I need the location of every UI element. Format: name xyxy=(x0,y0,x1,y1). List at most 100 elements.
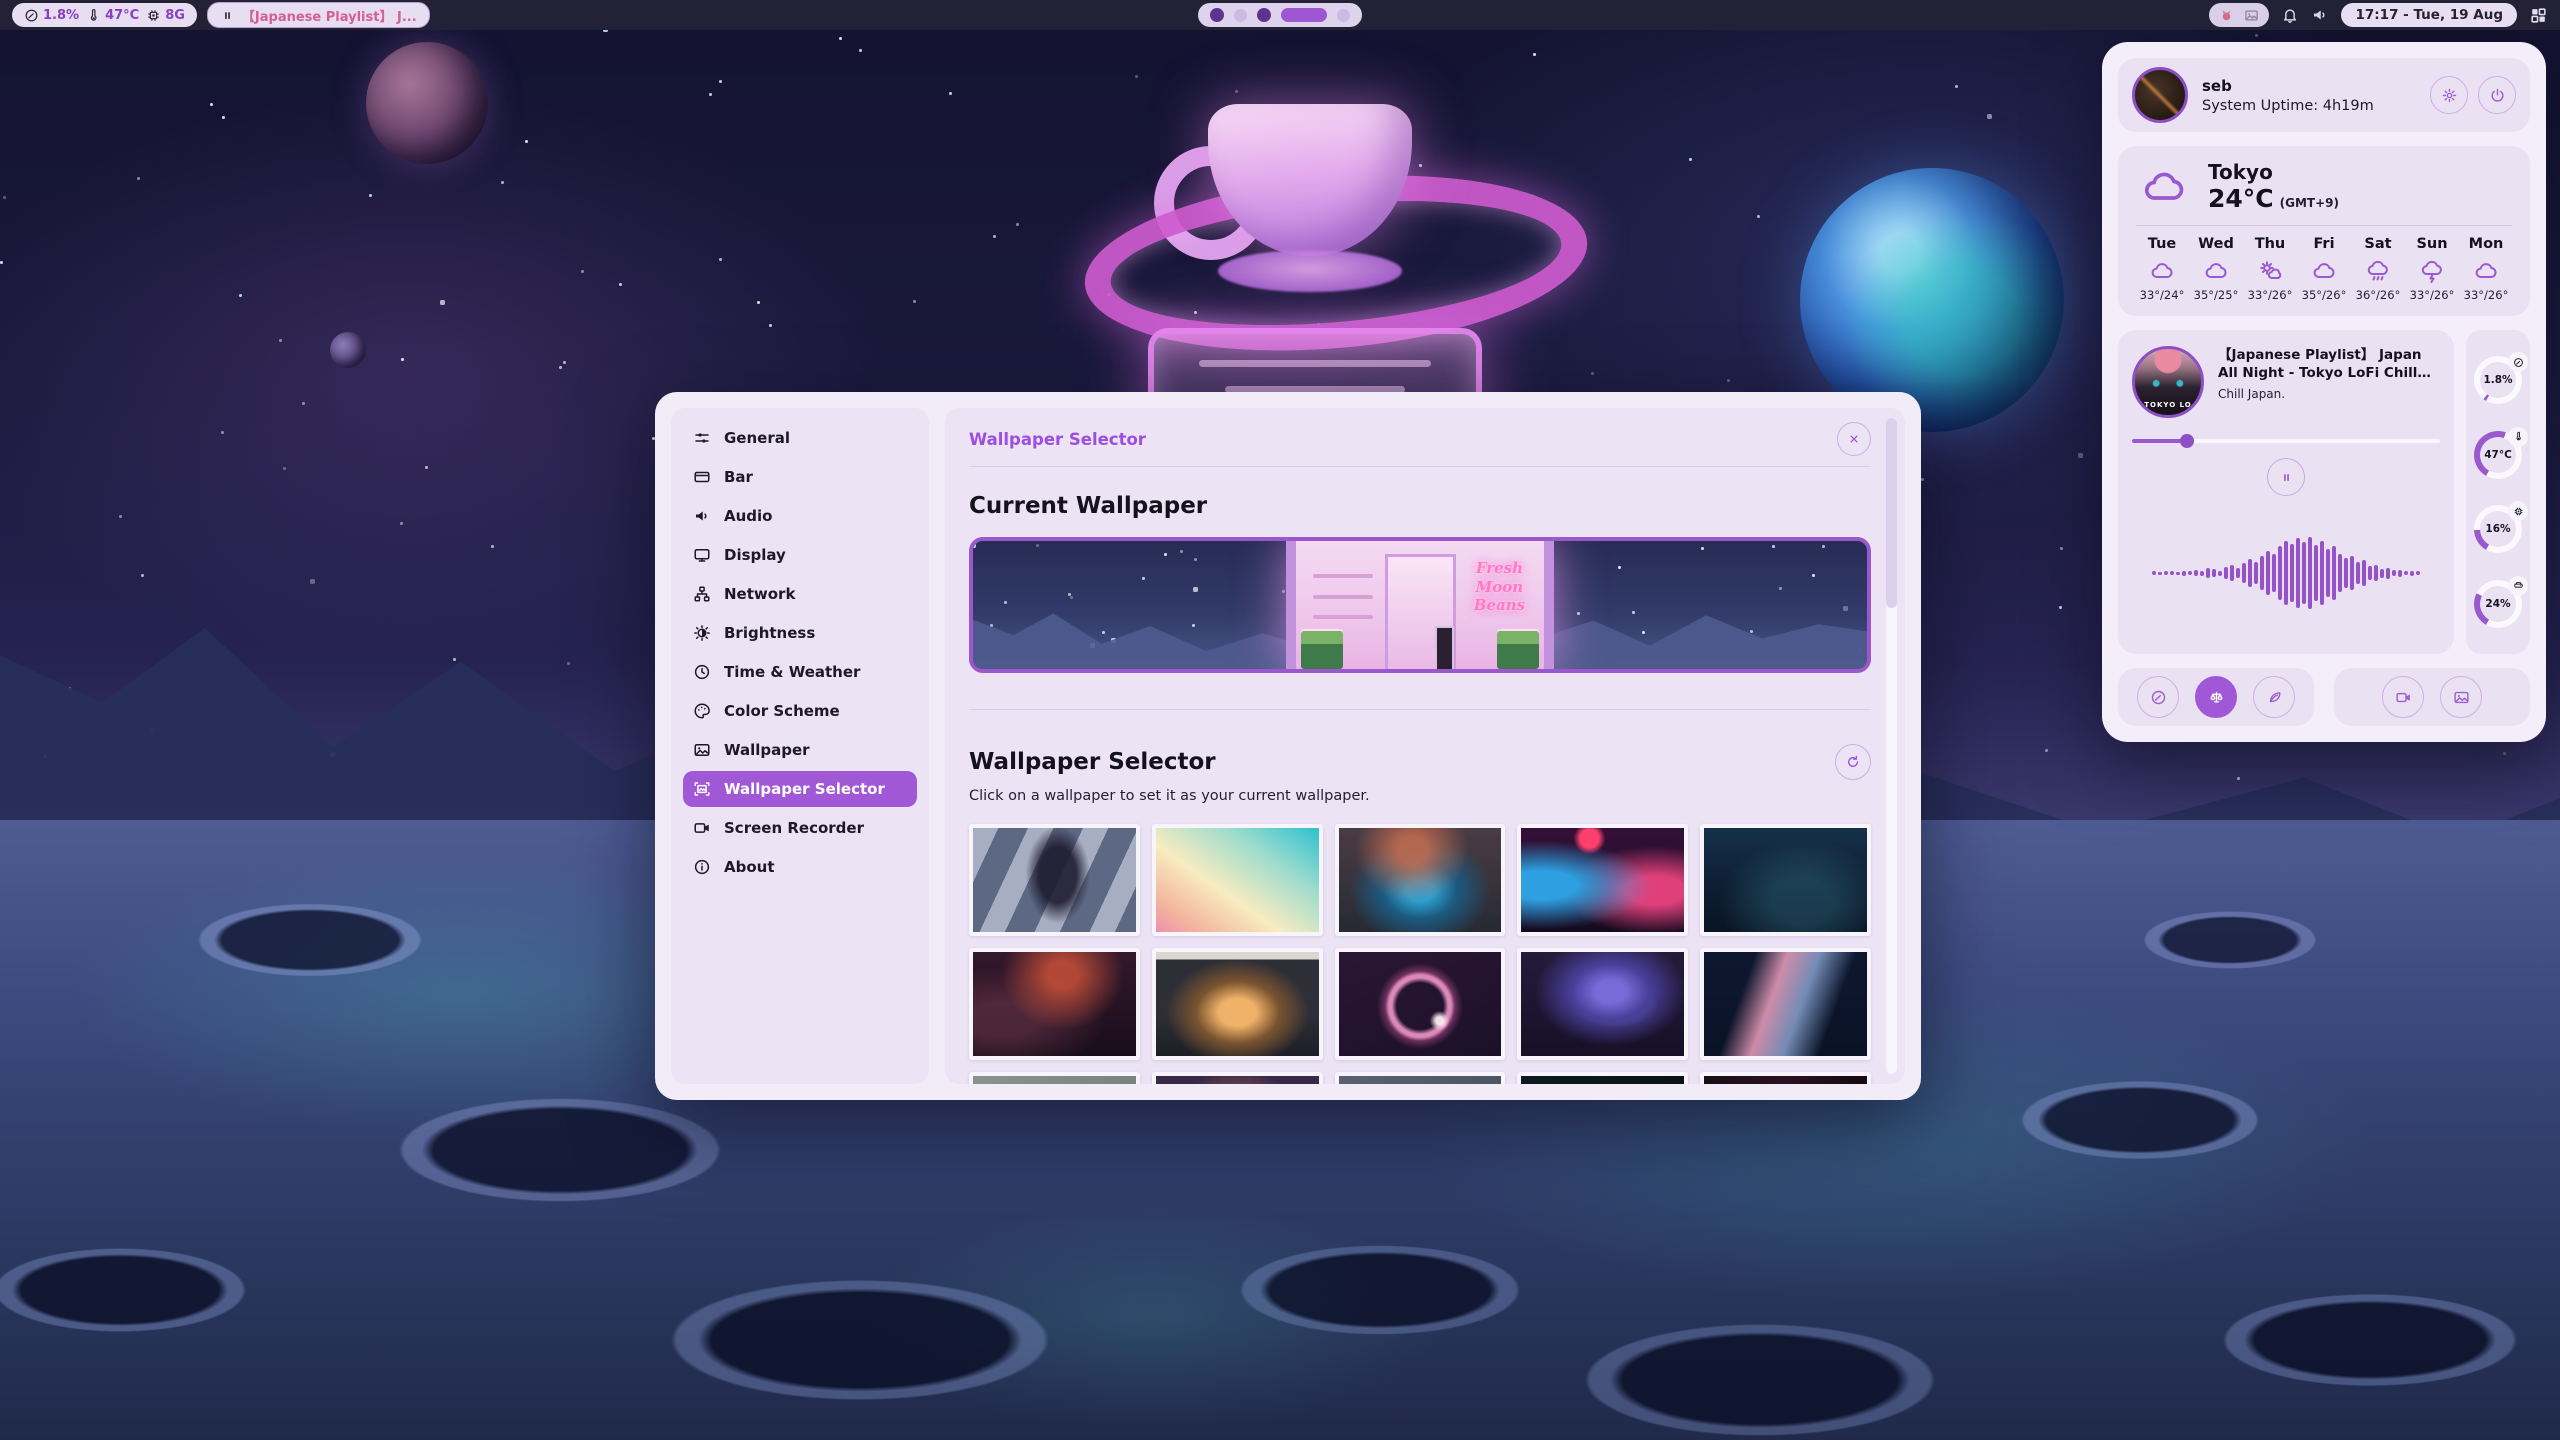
sidebar-item-about[interactable]: About xyxy=(683,849,917,885)
avatar xyxy=(2132,67,2188,123)
wallpaper-thumbnail-eclipse-ring[interactable] xyxy=(1335,948,1506,1060)
palette-icon xyxy=(693,702,711,720)
network-icon xyxy=(693,585,711,603)
side-panel: seb System Uptime: 4h19m Tokyo 24°C(GMT+… xyxy=(2102,42,2546,742)
wallpaper-image xyxy=(1156,1076,1319,1084)
cloud-icon xyxy=(2473,259,2499,283)
current-wallpaper-heading: Current Wallpaper xyxy=(969,493,1871,519)
workspace-empty[interactable] xyxy=(1234,9,1247,22)
refresh-button[interactable] xyxy=(1835,744,1871,780)
media-pill[interactable]: 【Japanese Playlist】 J... xyxy=(207,2,430,28)
weekly-forecast: Tue33°/24°Wed35°/25°Thu33°/26°Fri35°/26°… xyxy=(2136,236,2512,302)
wallpaper-image xyxy=(1339,828,1502,932)
wallpaper-thumbnail-dark-pine[interactable] xyxy=(1517,1072,1688,1084)
wallpaper-thumbnail-crimson-woods[interactable] xyxy=(969,948,1140,1060)
wallpaper-thumbnail-autumn-grove[interactable] xyxy=(1152,1072,1323,1084)
pause-icon xyxy=(220,8,235,23)
divider xyxy=(2136,225,2512,226)
settings-button[interactable] xyxy=(2430,76,2468,114)
wallpaper-image xyxy=(1521,1076,1684,1084)
sidebar-item-bar[interactable]: Bar xyxy=(683,459,917,495)
workspace-occupied[interactable] xyxy=(1257,8,1271,22)
sidebar-item-label: Network xyxy=(724,585,795,603)
pet-tray-icon[interactable] xyxy=(2219,8,2234,23)
sidebar-item-label: About xyxy=(724,858,775,876)
performance-button[interactable] xyxy=(2137,676,2179,718)
leaf-icon xyxy=(2266,689,2283,706)
slider-knob[interactable] xyxy=(2180,434,2194,448)
album-art: TOKYO LO xyxy=(2132,346,2204,418)
divider xyxy=(969,709,1871,710)
workspace-indicator[interactable] xyxy=(1198,3,1362,27)
notifications-bell-icon[interactable] xyxy=(2281,6,2299,24)
power-icon xyxy=(2489,87,2506,104)
sidebar-item-wallpaper-selector[interactable]: Wallpaper Selector xyxy=(683,771,917,807)
cloud-icon xyxy=(2311,259,2337,283)
pause-icon xyxy=(2279,470,2294,485)
system-tray[interactable] xyxy=(2209,3,2269,27)
powersave-button[interactable] xyxy=(2253,676,2295,718)
volume-icon[interactable] xyxy=(2311,6,2329,24)
sidebar-item-time-weather[interactable]: Time & Weather xyxy=(683,654,917,690)
cpu-ring: 1.8% xyxy=(2474,356,2522,404)
sidebar-item-display[interactable]: Display xyxy=(683,537,917,573)
clock[interactable]: 17:17 - Tue, 19 Aug xyxy=(2341,3,2517,27)
workspace-active[interactable] xyxy=(1281,8,1327,22)
scales-icon xyxy=(2208,689,2225,706)
wallpaper-image xyxy=(1704,828,1867,932)
wallpaper-thumbnail-nebula-forest[interactable] xyxy=(1517,948,1688,1060)
sidebar-item-color-scheme[interactable]: Color Scheme xyxy=(683,693,917,729)
forecast-day-thu: Thu33°/26° xyxy=(2244,236,2296,302)
wallpaper-thumbnail-lofi-coffee-shop[interactable] xyxy=(1152,948,1323,1060)
balanced-button[interactable] xyxy=(2195,676,2237,718)
seek-slider[interactable] xyxy=(2132,434,2440,448)
forecast-day-sun: Sun33°/26° xyxy=(2406,236,2458,302)
wallpaper-thumbnail-anime-crosswalk[interactable] xyxy=(969,824,1140,936)
sidebar-item-wallpaper[interactable]: Wallpaper xyxy=(683,732,917,768)
workspace-occupied[interactable] xyxy=(1210,8,1224,22)
memory-ring: 16% xyxy=(2474,505,2522,553)
scrollbar[interactable] xyxy=(1886,418,1897,1074)
media-pill-label: 【Japanese Playlist】 J... xyxy=(242,6,417,25)
wallpaper-image xyxy=(973,952,1136,1056)
dashboard-grid-icon[interactable] xyxy=(2529,6,2548,25)
settings-window: GeneralBarAudioDisplay Network Brightness T… xyxy=(655,392,1921,1100)
wallpaper-thumbnail-slate[interactable] xyxy=(1335,1072,1506,1084)
sidebar-item-general[interactable]: General xyxy=(683,420,917,456)
monitor-icon xyxy=(693,546,711,564)
sidebar-item-label: Wallpaper Selector xyxy=(724,780,885,798)
thermometer-icon xyxy=(2508,427,2528,447)
workspace-empty[interactable] xyxy=(1337,9,1350,22)
power-button[interactable] xyxy=(2478,76,2516,114)
screenshot-button[interactable] xyxy=(2440,676,2482,718)
weather-city: Tokyo xyxy=(2208,160,2339,184)
wallpaper-thumbnail-neon-arcade[interactable] xyxy=(1517,824,1688,936)
wallpaper-thumbnail-aurora-blur[interactable] xyxy=(1335,824,1506,936)
sidebar-item-network[interactable]: Network xyxy=(683,576,917,612)
window-bar-icon xyxy=(693,468,711,486)
page-title: Wallpaper Selector xyxy=(969,430,1146,449)
image-icon xyxy=(693,741,711,759)
wallpaper-thumbnail-dark-crimson[interactable] xyxy=(1700,1072,1871,1084)
refresh-icon xyxy=(1845,754,1861,770)
screen-recorder-button[interactable] xyxy=(2382,676,2424,718)
wallpaper-thumbnail-mesh-wave[interactable] xyxy=(1700,948,1871,1060)
wallpaper-thumbnail-dark-forest[interactable] xyxy=(1700,824,1871,936)
sidebar-item-label: Brightness xyxy=(724,624,815,642)
sidebar-item-screen-recorder[interactable]: Screen Recorder xyxy=(683,810,917,846)
sidebar-item-brightness[interactable]: Brightness xyxy=(683,615,917,651)
wallpaper-image xyxy=(973,828,1136,932)
media-player-card: TOKYO LO 【Japanese Playlist】 Japan All N… xyxy=(2118,330,2454,654)
track-title: 【Japanese Playlist】 Japan All Night - To… xyxy=(2218,346,2440,382)
neon-sign-text: FreshMoonBeans xyxy=(1467,559,1532,615)
temperature-stat: 47°C xyxy=(86,8,139,23)
forecast-day-fri: Fri35°/26° xyxy=(2298,236,2350,302)
sidebar-item-audio[interactable]: Audio xyxy=(683,498,917,534)
wallpaper-thumbnail-sage-field[interactable] xyxy=(969,1072,1140,1084)
close-button[interactable] xyxy=(1837,422,1871,456)
play-pause-button[interactable] xyxy=(2267,458,2305,496)
wallpaper-thumbnail-pastel-gradient[interactable] xyxy=(1152,824,1323,936)
system-stats-pill[interactable]: 1.8%47°C8G xyxy=(12,3,197,27)
purple-planet xyxy=(366,42,488,164)
image-tray-icon[interactable] xyxy=(2244,8,2259,23)
